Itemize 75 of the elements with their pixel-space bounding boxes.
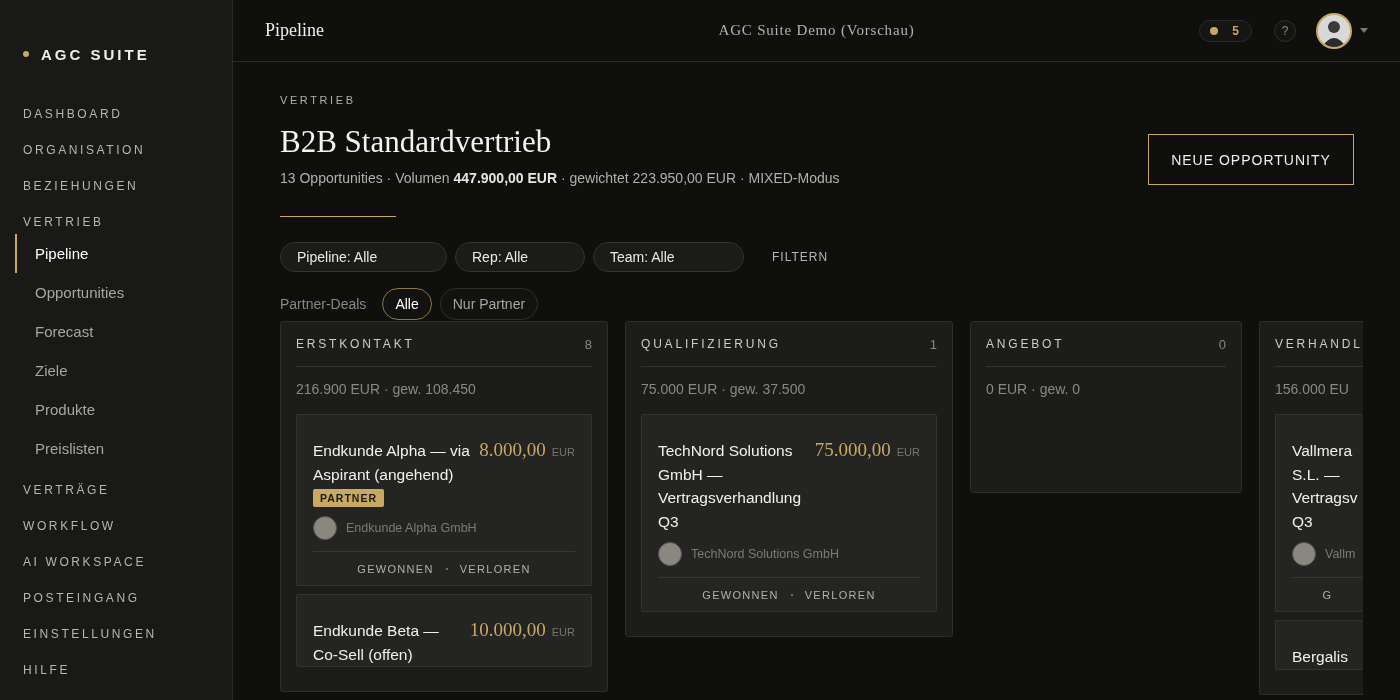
- partner-badge: PARTNER: [313, 489, 384, 507]
- user-avatar[interactable]: [1316, 12, 1352, 49]
- nav-item[interactable]: Forecast: [15, 312, 232, 351]
- partner-deals-label: Partner-Deals: [280, 296, 367, 312]
- new-opportunity-button[interactable]: NEUE OPPORTUNITY: [1148, 134, 1354, 185]
- filter-dropdown[interactable]: Team: Alle: [593, 242, 744, 272]
- opportunity-card[interactable]: Endkunde Beta — Co-Sell (offen) 10.000,00 EUR: [296, 594, 592, 667]
- card-action-link[interactable]: VERLOREN: [804, 588, 876, 601]
- nav-section-link[interactable]: VERTRÄGE: [0, 472, 232, 508]
- card-action-link[interactable]: G: [1322, 588, 1333, 601]
- opportunity-title: TechNord Solutions GmbH — Vertragsverhandlung Q3: [658, 441, 802, 532]
- column-title: ERSTKONTAKT: [296, 337, 415, 351]
- column-title: ANGEBOT: [986, 337, 1065, 351]
- card-action-link[interactable]: GEWONNEN: [702, 588, 779, 601]
- filter-button[interactable]: FILTERN: [766, 249, 835, 265]
- column-count: 8: [584, 336, 592, 352]
- column-summary: 156.000 EU: [1275, 380, 1350, 399]
- caret-icon[interactable]: [1360, 28, 1368, 33]
- nav-item[interactable]: Produkte: [15, 390, 232, 429]
- nav-section-link[interactable]: POSTEINGANG: [0, 580, 232, 616]
- nav-section-link[interactable]: AI WORKSPACE: [0, 544, 232, 580]
- column-count: 1: [929, 336, 937, 352]
- card-action-link[interactable]: GEWONNEN: [357, 562, 434, 575]
- company-name: Vallm: [1325, 547, 1356, 561]
- nav-section-link[interactable]: ORGANISATION: [0, 132, 232, 168]
- company-name: TechNord Solutions GmbH: [691, 547, 839, 561]
- contact-avatar: [313, 516, 337, 540]
- column-summary: 75.000 EUR · gew. 37.500: [641, 380, 807, 399]
- nav-section-link[interactable]: HILFE: [0, 652, 232, 688]
- section-eyebrow: VERTRIEB: [280, 94, 357, 106]
- opportunity-card[interactable]: TechNord Solutions GmbH — Vertragsverhandlung Q3 75.000,00 EUR TechNord Solutions GmbH GEWONNEN VERLOREN: [641, 414, 937, 612]
- coin-icon: [1210, 26, 1219, 35]
- contact-avatar: [658, 542, 682, 566]
- filter-dropdown[interactable]: Rep: Alle: [455, 242, 585, 272]
- partner-toggle[interactable]: Nur Partner: [439, 288, 539, 320]
- column-summary: 0 EUR · gew. 0: [986, 380, 1082, 399]
- card-action-link[interactable]: VERLOREN: [459, 562, 531, 575]
- column-title: QUALIFIZIERUNG: [641, 337, 781, 351]
- nav-section-link[interactable]: EINSTELLUNGEN: [0, 616, 232, 652]
- contact-avatar: [1292, 542, 1316, 566]
- currency-label: EUR: [896, 446, 920, 458]
- opportunity-amount: 10.000,00: [469, 619, 546, 641]
- nav-item[interactable]: Opportunities: [15, 273, 232, 312]
- opportunity-amount: 8.000,00: [479, 439, 546, 461]
- column-summary: 216.900 EUR · gew. 108.450: [296, 380, 477, 399]
- opportunity-title: Endkunde Alpha — via Aspirant (angehend): [313, 441, 470, 485]
- opportunity-title: Endkunde Beta — Co-Sell (offen): [313, 621, 439, 665]
- pipeline-summary: 13 Opportunities · Volumen 447.900,00 EUR · gewichtet 223.950,00 EUR · MIXED-Modus: [280, 169, 840, 188]
- page-title: Pipeline: [265, 20, 324, 41]
- nav-item[interactable]: Ziele: [15, 351, 232, 390]
- credits-count: 5: [1232, 23, 1239, 38]
- help-button[interactable]: ?: [1274, 19, 1296, 42]
- column-title: VERHANDL: [1275, 337, 1363, 351]
- currency-label: EUR: [551, 446, 575, 458]
- company-name: Endkunde Alpha GmbH: [346, 521, 477, 535]
- nav-section-link[interactable]: BEZIEHUNGEN: [0, 168, 232, 204]
- column-count: 0: [1218, 336, 1226, 352]
- filter-dropdown[interactable]: Pipeline: Alle: [280, 242, 447, 272]
- nav-section-link[interactable]: DASHBOARD: [0, 96, 232, 132]
- currency-label: EUR: [551, 626, 575, 638]
- pipeline-title: B2B Standardvertrieb: [280, 124, 553, 160]
- opportunity-amount: 75.000,00: [814, 439, 891, 461]
- partner-toggle[interactable]: Alle: [382, 288, 432, 320]
- nav-item[interactable]: Pipeline: [15, 234, 232, 273]
- brand-dot-icon: [23, 51, 29, 57]
- nav-item[interactable]: Preislisten: [15, 429, 232, 468]
- nav-section-link[interactable]: WORKFLOW: [0, 508, 232, 544]
- opportunity-card[interactable]: Endkunde Alpha — via Aspirant (angehend) 8.000,00 EUR PARTNER Endkunde Alpha GmbH GEWONNEN VERLOREN: [296, 414, 592, 586]
- opportunity-card[interactable]: Vallmera S.L. — Vertragsv Q3 Vallm G: [1275, 414, 1363, 612]
- opportunity-title: Vallmera S.L. — Vertragsv Q3: [1292, 441, 1358, 532]
- brand-logo-text: AGC SUITE: [41, 45, 150, 63]
- credits-badge[interactable]: 5: [1199, 19, 1252, 42]
- opportunity-title: Bergalis: [1292, 647, 1348, 667]
- opportunity-card[interactable]: Bergalis: [1275, 620, 1363, 670]
- workspace-title: AGC Suite Demo (Vorschau): [718, 22, 915, 39]
